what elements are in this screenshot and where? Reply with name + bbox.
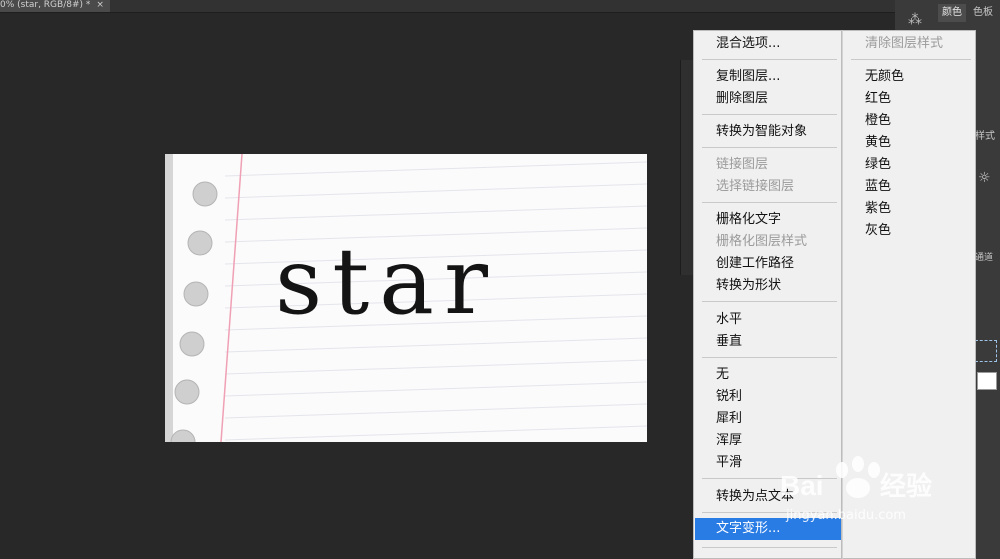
menu-item-color-violet[interactable]: 紫色	[865, 201, 891, 217]
menu-item-color-yellow[interactable]: 黄色	[865, 135, 891, 151]
watermark-brand: Bai	[780, 470, 824, 501]
menu-separator	[702, 114, 837, 115]
menu-item-create-work-path[interactable]: 创建工作路径	[716, 256, 794, 272]
brightness-icon[interactable]: ☼	[978, 170, 991, 186]
menu-item-blending-options[interactable]: 混合选项...	[716, 36, 780, 52]
menu-item-color-blue[interactable]: 蓝色	[865, 179, 891, 195]
menu-item-color-gray[interactable]: 灰色	[865, 223, 891, 239]
menu-separator	[702, 202, 837, 203]
menu-item-convert-to-shape[interactable]: 转换为形状	[716, 278, 781, 294]
tab-swatches[interactable]: 色板	[968, 4, 998, 22]
menu-item-rasterize-layer-style: 栅格化图层样式	[716, 234, 808, 249]
menu-separator	[702, 357, 837, 358]
menu-item-convert-smart-object[interactable]: 转换为智能对象	[716, 124, 807, 140]
menu-item-vertical[interactable]: 垂直	[716, 334, 742, 350]
menu-separator	[702, 301, 837, 302]
tool-options-icon[interactable]: ⁂	[905, 12, 925, 32]
menu-separator	[851, 59, 971, 60]
menu-item-antialias-sharp[interactable]: 锐利	[716, 389, 742, 405]
document-tab-title: 0% (star, RGB/8#) *	[0, 0, 91, 10]
menu-item-duplicate-layer[interactable]: 复制图层...	[716, 69, 780, 85]
close-icon[interactable]: ×	[96, 0, 104, 10]
menu-item-color-orange[interactable]: 橙色	[865, 113, 891, 129]
menu-item-clear-layer-style: 清除图层样式	[865, 36, 944, 51]
menu-item-antialias-smooth[interactable]: 平滑	[716, 455, 742, 471]
menu-item-antialias-crisp[interactable]: 犀利	[716, 411, 742, 427]
menu-item-horizontal[interactable]: 水平	[716, 312, 742, 328]
watermark-brand2: 经验	[880, 471, 932, 502]
menu-separator	[702, 147, 837, 148]
menu-item-color-green[interactable]: 绿色	[865, 157, 891, 173]
menu-item-color-none[interactable]: 无颜色	[865, 69, 904, 85]
menu-item-select-linked-layers: 选择链接图层	[716, 179, 795, 194]
document-tab-bar	[0, 0, 895, 13]
canvas-text-star[interactable]: star	[275, 236, 498, 328]
menu-item-link-layers: 链接图层	[716, 157, 769, 172]
watermark-url: jingyan.baidu.com	[786, 508, 906, 523]
tab-channels[interactable]: 通道	[975, 250, 993, 263]
tab-color[interactable]: 颜色	[938, 4, 966, 22]
document-canvas[interactable]: star	[165, 154, 647, 442]
background-color-swatch[interactable]	[977, 372, 997, 390]
tab-styles[interactable]: 样式	[975, 127, 995, 142]
menu-item-antialias-none[interactable]: 无	[716, 367, 729, 383]
menu-separator	[702, 59, 837, 60]
menu-separator	[702, 547, 837, 548]
document-tab[interactable]: 0% (star, RGB/8#) * ×	[0, 0, 110, 12]
selection-icon[interactable]	[975, 340, 997, 362]
menu-item-rasterize-type[interactable]: 栅格化文字	[716, 212, 781, 228]
menu-item-delete-layer[interactable]: 删除图层	[716, 91, 768, 107]
menu-item-antialias-strong[interactable]: 浑厚	[716, 433, 742, 449]
menu-item-color-red[interactable]: 红色	[865, 91, 891, 107]
